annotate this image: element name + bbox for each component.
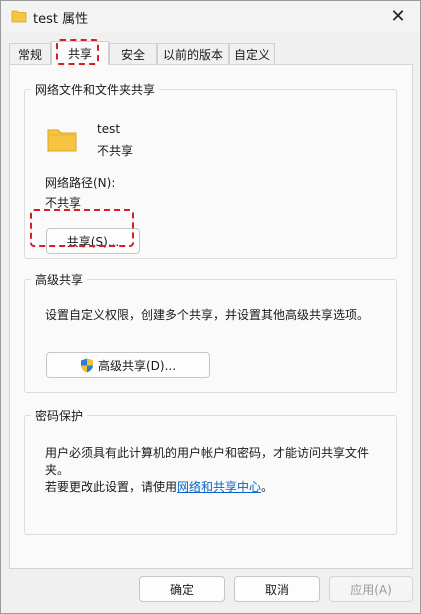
network-sharing-legend: 网络文件和文件夹共享 bbox=[35, 83, 156, 97]
tab-strip: 常规 共享 安全 以前的版本 自定义 bbox=[9, 41, 413, 65]
change-setting-suffix: 。 bbox=[261, 480, 274, 494]
advanced-sharing-description: 设置自定义权限，创建多个共享，并设置其他高级共享选项。 bbox=[45, 308, 370, 322]
network-path-label: 网络路径(N): bbox=[45, 176, 116, 190]
password-protection-description: 用户必须具有此计算机的用户帐户和密码，才能访问共享文件夹。 bbox=[45, 446, 370, 477]
folder-icon bbox=[11, 10, 27, 23]
advanced-sharing-button[interactable]: 高级共享(D)... bbox=[46, 352, 210, 378]
tab-previous-versions[interactable]: 以前的版本 bbox=[157, 43, 229, 64]
advanced-sharing-button-label: 高级共享(D)... bbox=[97, 358, 177, 373]
network-sharing-group: 网络文件和文件夹共享 test 不共享 网络路径(N): 不共享 共享(S)..… bbox=[24, 81, 397, 259]
password-protection-legend: 密码保护 bbox=[35, 409, 84, 423]
ok-button[interactable]: 确定 bbox=[139, 576, 225, 602]
close-button[interactable]: ✕ bbox=[376, 1, 420, 31]
apply-button[interactable]: 应用(A) bbox=[329, 576, 413, 602]
advanced-sharing-legend: 高级共享 bbox=[35, 273, 84, 287]
change-setting-line: 若要更改此设置，请使用网络和共享中心。 bbox=[45, 478, 390, 495]
password-protection-group: 密码保护 用户必须具有此计算机的用户帐户和密码，才能访问共享文件夹。 若要更改此… bbox=[24, 407, 397, 535]
change-setting-prefix: 若要更改此设置，请使用 bbox=[45, 480, 178, 494]
sharing-panel: 网络文件和文件夹共享 test 不共享 网络路径(N): 不共享 共享(S)..… bbox=[9, 64, 413, 569]
advanced-sharing-group: 高级共享 设置自定义权限，创建多个共享，并设置其他高级共享选项。 高级共享(D)… bbox=[24, 271, 397, 393]
share-status: 不共享 bbox=[97, 144, 134, 158]
cancel-button[interactable]: 取消 bbox=[234, 576, 320, 602]
tab-general[interactable]: 常规 bbox=[9, 43, 51, 64]
folder-icon bbox=[47, 129, 77, 152]
share-button[interactable]: 共享(S)... bbox=[46, 228, 140, 254]
tab-sharing[interactable]: 共享 bbox=[51, 41, 109, 65]
tab-customize[interactable]: 自定义 bbox=[229, 43, 275, 64]
properties-window: test 属性 ✕ 常规 共享 安全 以前的版本 自定义 网络文件和文件夹共享 … bbox=[0, 0, 421, 614]
network-path-value: 不共享 bbox=[45, 196, 82, 210]
network-sharing-center-link[interactable]: 网络和共享中心 bbox=[177, 480, 261, 494]
tab-security[interactable]: 安全 bbox=[109, 43, 157, 64]
window-title: test 属性 bbox=[33, 12, 89, 27]
title-bar: test 属性 ✕ bbox=[1, 1, 420, 33]
uac-shield-icon bbox=[80, 358, 93, 372]
folder-name: test bbox=[97, 122, 121, 136]
